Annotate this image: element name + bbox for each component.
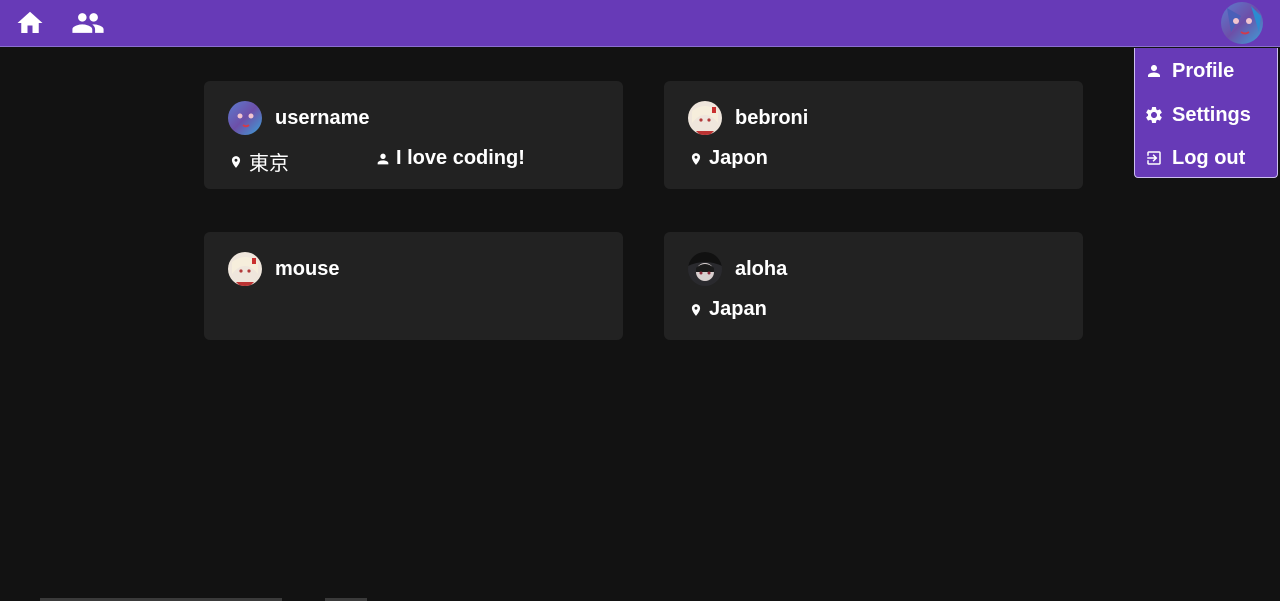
avatar[interactable] [688, 101, 722, 135]
user-location: 東京 [228, 147, 289, 176]
user-card[interactable]: bebroni Japon [664, 81, 1083, 189]
user-name[interactable]: aloha [735, 258, 787, 281]
location-text: 東京 [249, 151, 289, 175]
menu-item-label: Log out [1172, 146, 1246, 169]
menu-item-logout[interactable]: Log out [1135, 138, 1277, 178]
location-text: Japon [709, 147, 768, 169]
location-text: Japan [709, 298, 767, 320]
user-card[interactable]: username 東京 I love coding! [204, 81, 623, 189]
users-icon [72, 13, 104, 33]
user-name[interactable]: username [275, 107, 370, 130]
home-icon [17, 11, 43, 33]
user-card[interactable]: mouse [204, 232, 623, 340]
location-pin-icon [228, 153, 244, 171]
account-avatar-button[interactable] [1221, 2, 1263, 44]
avatar[interactable] [688, 252, 722, 286]
users-button[interactable] [71, 6, 105, 40]
menu-item-label: Profile [1172, 59, 1235, 82]
avatar [1221, 2, 1263, 44]
home-button[interactable] [13, 6, 47, 40]
account-dropdown-menu: Profile Settings Log out [1134, 48, 1278, 178]
user-location: Japan [688, 298, 767, 321]
logout-icon [1144, 148, 1164, 168]
user-name[interactable]: bebroni [735, 107, 808, 130]
avatar[interactable] [228, 101, 262, 135]
location-pin-icon [688, 301, 704, 319]
gear-icon [1144, 105, 1164, 125]
user-location: Japon [688, 147, 768, 170]
menu-item-settings[interactable]: Settings [1135, 95, 1277, 135]
menu-item-label: Settings [1172, 103, 1251, 126]
menu-item-profile[interactable]: Profile [1135, 51, 1277, 91]
user-bio: I love coding! [375, 147, 525, 170]
person-icon [375, 150, 391, 168]
avatar[interactable] [228, 252, 262, 286]
user-name[interactable]: mouse [275, 258, 339, 281]
top-app-bar [0, 0, 1280, 47]
person-icon [1144, 61, 1164, 81]
location-pin-icon [688, 150, 704, 168]
bio-text: I love coding! [396, 147, 525, 169]
user-card[interactable]: aloha Japan [664, 232, 1083, 340]
